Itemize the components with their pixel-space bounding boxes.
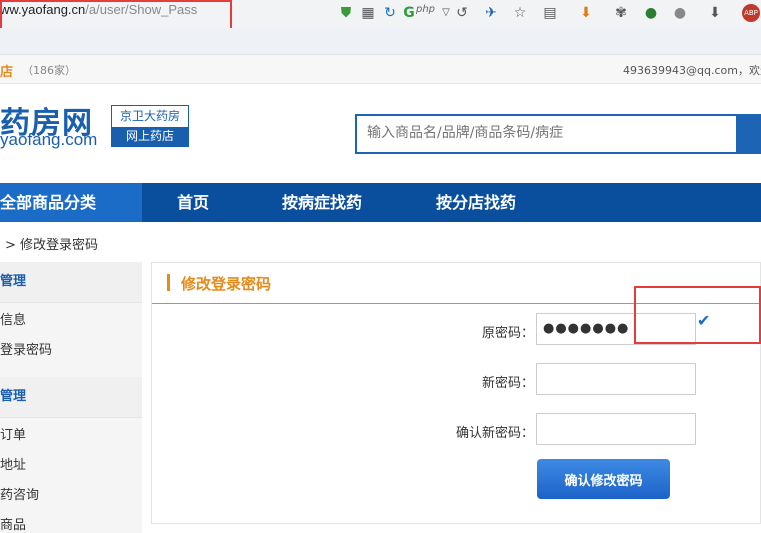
- gray-ball-icon[interactable]: ●: [670, 3, 690, 23]
- palette-icon[interactable]: ✾: [611, 3, 631, 23]
- title-marker: [167, 274, 170, 291]
- confirm-change-password-button[interactable]: 确认修改密码: [537, 459, 670, 499]
- sidebar-item-info[interactable]: 信息: [0, 309, 26, 328]
- sidebar-item-consult[interactable]: 药咨询: [0, 484, 39, 503]
- badge-top-text: 京卫大药房: [119, 109, 180, 123]
- store-label[interactable]: 店: [0, 61, 13, 80]
- php-icon[interactable]: php: [416, 4, 435, 15]
- sidebar-item-orders[interactable]: 订单: [0, 424, 26, 443]
- sidebar-item-password[interactable]: 登录密码: [0, 339, 52, 358]
- sidebar-group-title: 管理: [0, 377, 142, 418]
- bird-icon[interactable]: ✈: [481, 3, 501, 23]
- search-box: [355, 114, 738, 154]
- sidebar: 管理 信息 登录密码 管理 订单 地址 药咨询 商品: [0, 262, 142, 533]
- user-welcome: 493639943@qq.com，欢迎: [623, 64, 761, 77]
- sidebar-group-title: 管理: [0, 262, 142, 303]
- nav-by-disease[interactable]: 按病症找药: [282, 183, 362, 222]
- old-password-label: 原密码：: [481, 326, 534, 341]
- reload-icon[interactable]: ↺: [452, 3, 472, 23]
- sidebar-item-address[interactable]: 地址: [0, 454, 26, 473]
- confirm-password-label: 确认新密码：: [455, 426, 534, 441]
- refresh-arrows-icon[interactable]: ↻: [380, 3, 400, 23]
- sidebar-item-products[interactable]: 商品: [0, 514, 26, 533]
- store-count: （186家）: [22, 64, 76, 77]
- new-password-field[interactable]: [536, 363, 696, 395]
- shield-icon[interactable]: ⛊: [336, 3, 356, 23]
- main-nav: 全部商品分类 首页 按病症找药 按分店找药: [0, 183, 761, 222]
- download-orange-icon[interactable]: ⬇: [576, 3, 596, 23]
- download-icon[interactable]: ⬇: [705, 3, 725, 23]
- nav-by-store[interactable]: 按分店找药: [436, 183, 516, 222]
- adblock-icon[interactable]: ABP: [742, 4, 760, 22]
- site-topbar: 店 （186家） 493639943@qq.com，欢迎: [0, 55, 761, 84]
- qr-icon[interactable]: ▦: [358, 3, 378, 23]
- highlight-box-check: [634, 286, 761, 344]
- star-icon[interactable]: ☆: [510, 3, 530, 23]
- search-input[interactable]: [357, 116, 737, 150]
- reader-icon[interactable]: ▤: [540, 3, 560, 23]
- site-logo-sub: yaofang.com: [0, 130, 98, 149]
- nav-all-categories[interactable]: 全部商品分类: [0, 183, 142, 222]
- confirm-password-field[interactable]: [536, 413, 696, 445]
- bookmarks-bar: [0, 28, 761, 55]
- search-button[interactable]: [738, 114, 761, 154]
- green-ball-icon[interactable]: ●: [641, 3, 661, 23]
- new-password-label: 新密码：: [481, 376, 534, 391]
- panel-title: 修改登录密码: [181, 275, 272, 293]
- highlight-box-url: [0, 0, 232, 31]
- breadcrumb: > 修改登录密码: [5, 238, 99, 253]
- nav-home[interactable]: 首页: [177, 183, 209, 222]
- store-badge: 京卫大药房 网上药店: [111, 105, 189, 147]
- badge-bottom-text: 网上药店: [112, 127, 188, 146]
